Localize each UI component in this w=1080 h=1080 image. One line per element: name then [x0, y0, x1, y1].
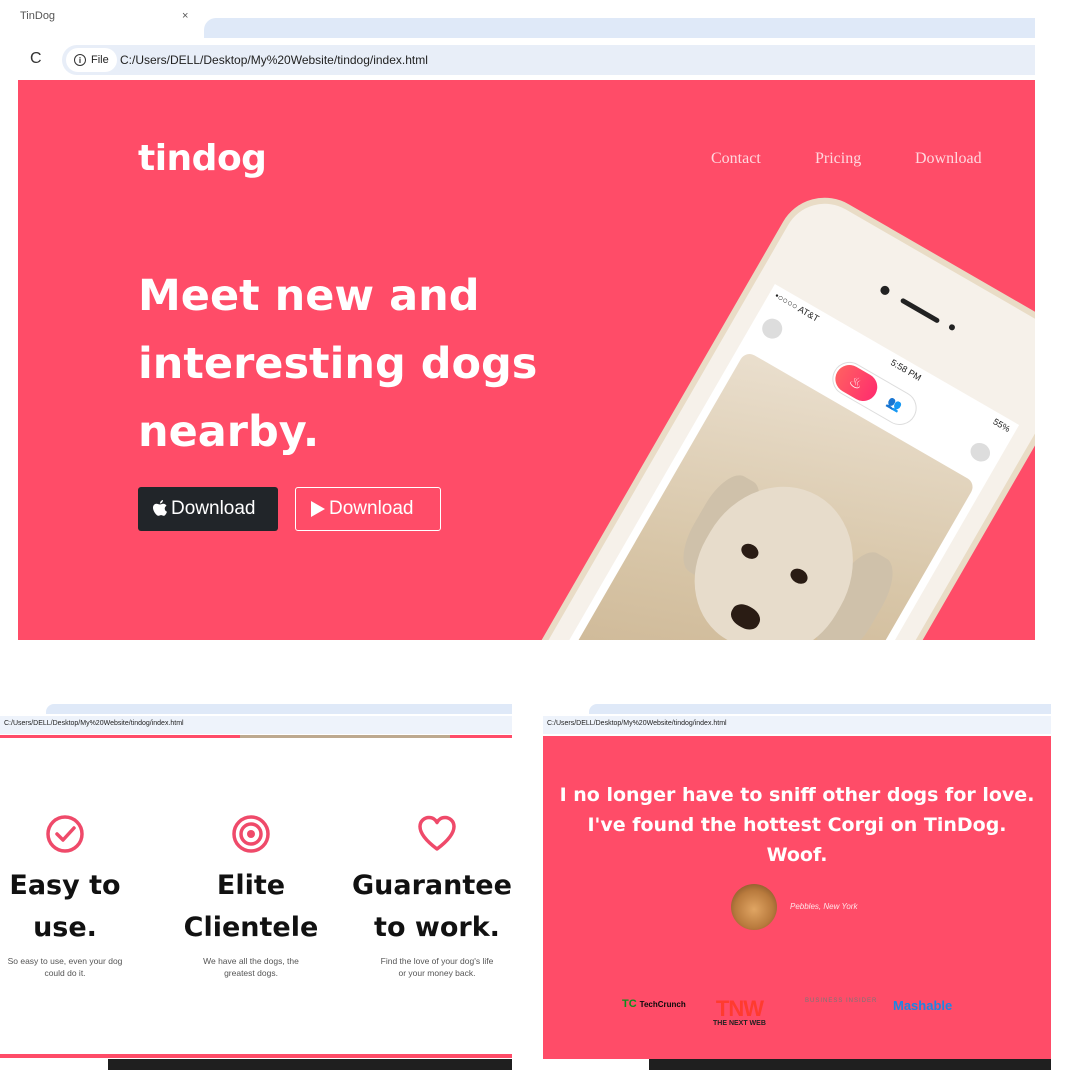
- url-text: C:/Users/DELL/Desktop/My%20Website/tindo…: [547, 720, 727, 727]
- play-download-button[interactable]: Download: [295, 487, 441, 531]
- testimonial-author: Pebbles, New York: [790, 902, 858, 911]
- feature-title-line2: use.: [33, 912, 97, 943]
- heart-icon: [418, 815, 456, 851]
- brand-logo[interactable]: tindog: [138, 138, 267, 179]
- screenshot-features: C:/Users/DELL/Desktop/My%20Website/tindo…: [0, 700, 512, 1070]
- tnw-text: THE NEXT WEB: [713, 1020, 766, 1027]
- url-text: C:/Users/DELL/Desktop/My%20Website/tindo…: [4, 720, 184, 727]
- people-icon: 👥: [884, 394, 905, 414]
- info-icon: i: [74, 54, 86, 66]
- iphone-frame: •○○○○ AT&T 5:58 PM 55% ♨ 👥: [507, 180, 1035, 640]
- site-info-chip[interactable]: i File: [66, 48, 117, 72]
- new-tab-area[interactable]: [204, 18, 1035, 38]
- feature-text-line1: We have all the dogs, the: [203, 956, 299, 966]
- tab-close-icon[interactable]: ×: [182, 10, 188, 22]
- tnw-mark: TNW: [715, 996, 764, 1021]
- feature-text-line1: So easy to use, even your dog: [7, 956, 123, 966]
- techcrunch-mark: TC: [622, 998, 637, 1010]
- feature-guaranteed: Guaranteed to work. Find the love of you…: [352, 814, 512, 979]
- section-divider: [0, 1054, 512, 1058]
- new-tab-area[interactable]: [46, 704, 512, 714]
- time-text: 5:58 PM: [889, 357, 924, 383]
- business-insider-logo: BUSINESS INSIDER: [805, 998, 878, 1004]
- apple-icon: [153, 500, 167, 516]
- phone-camera-icon: [878, 284, 892, 297]
- browser-tabstrip: [0, 700, 512, 714]
- nav-download[interactable]: Download: [915, 150, 982, 168]
- hero-section: tindog Contact Pricing Download Meet new…: [18, 80, 1035, 640]
- nav-pricing[interactable]: Pricing: [815, 150, 861, 168]
- url-text: C:/Users/DELL/Desktop/My%20Website/tindo…: [120, 53, 428, 67]
- techcrunch-text: TechCrunch: [639, 999, 686, 1009]
- file-label: File: [91, 54, 109, 66]
- feature-title-line2: to work.: [374, 912, 500, 943]
- feature-elite: Elite Clientele We have all the dogs, th…: [166, 814, 336, 979]
- browser-address-bar[interactable]: C:/Users/DELL/Desktop/My%20Website/tindo…: [543, 716, 1051, 734]
- reload-icon[interactable]: C: [30, 50, 42, 68]
- apple-download-button[interactable]: Download: [138, 487, 278, 531]
- apple-download-label: Download: [171, 498, 256, 519]
- dog-photo: [547, 350, 977, 640]
- battery-text: 55%: [991, 416, 1012, 435]
- url-field[interactable]: i File C:/Users/DELL/Desktop/My%20Websit…: [62, 45, 1035, 75]
- bullseye-icon: [232, 815, 270, 853]
- feature-title-line1: Elite: [216, 870, 286, 901]
- feature-title-line1: Guaranteed: [352, 870, 512, 901]
- browser-tabstrip: [543, 700, 1051, 714]
- browser-tabstrip: TinDog ×: [18, 0, 1035, 38]
- flame-icon: ♨: [845, 372, 866, 394]
- play-store-icon: [311, 501, 325, 517]
- phone-sensor: [947, 323, 957, 332]
- screenshot-testimonial: C:/Users/DELL/Desktop/My%20Website/tindo…: [543, 700, 1051, 1070]
- testimonial-section: I no longer have to sniff other dogs for…: [543, 736, 1051, 1059]
- new-tab-area[interactable]: [589, 704, 1051, 714]
- carrier-text: •○○○○ AT&T: [773, 290, 821, 324]
- tab-title[interactable]: TinDog: [20, 10, 55, 22]
- techcrunch-logo: TC TechCrunch: [622, 998, 686, 1010]
- feature-title-line1: Easy to: [9, 870, 121, 901]
- phone-speaker: [899, 297, 941, 324]
- feature-easy: Easy to use. So easy to use, even your d…: [0, 814, 150, 979]
- hero-headline: Meet new and interesting dogs nearby.: [138, 271, 538, 457]
- chat-icon: [967, 439, 994, 466]
- phone-screen: •○○○○ AT&T 5:58 PM 55% ♨ 👥: [539, 283, 1020, 640]
- feature-text-line1: Find the love of your dog's life: [380, 956, 494, 966]
- profile-icon: [758, 314, 786, 343]
- photo-edge: [240, 735, 450, 738]
- feature-text-line2: greatest dogs.: [224, 968, 278, 978]
- browser-address-bar[interactable]: C:/Users/DELL/Desktop/My%20Website/tindo…: [0, 716, 512, 734]
- feature-text-line2: could do it.: [44, 968, 86, 978]
- avatar: [731, 884, 777, 930]
- browser-address-bar: C i File C:/Users/DELL/Desktop/My%20Webs…: [18, 41, 1035, 77]
- mashable-logo: Mashable: [893, 998, 953, 1013]
- taskbar: [649, 1059, 1051, 1070]
- check-circle-icon: [46, 815, 84, 853]
- feature-title-line2: Clientele: [183, 912, 319, 943]
- testimonial-quote: I no longer have to sniff other dogs for…: [559, 784, 1035, 866]
- play-download-label: Download: [329, 498, 414, 519]
- screenshot-hero: TinDog × C i File C:/Users/DELL/Desktop/…: [18, 0, 1035, 640]
- taskbar: [108, 1059, 512, 1070]
- feature-text-line2: or your money back.: [398, 968, 476, 978]
- tnw-logo: TNW THE NEXT WEB: [713, 996, 766, 1028]
- toggle-active: ♨: [830, 359, 883, 407]
